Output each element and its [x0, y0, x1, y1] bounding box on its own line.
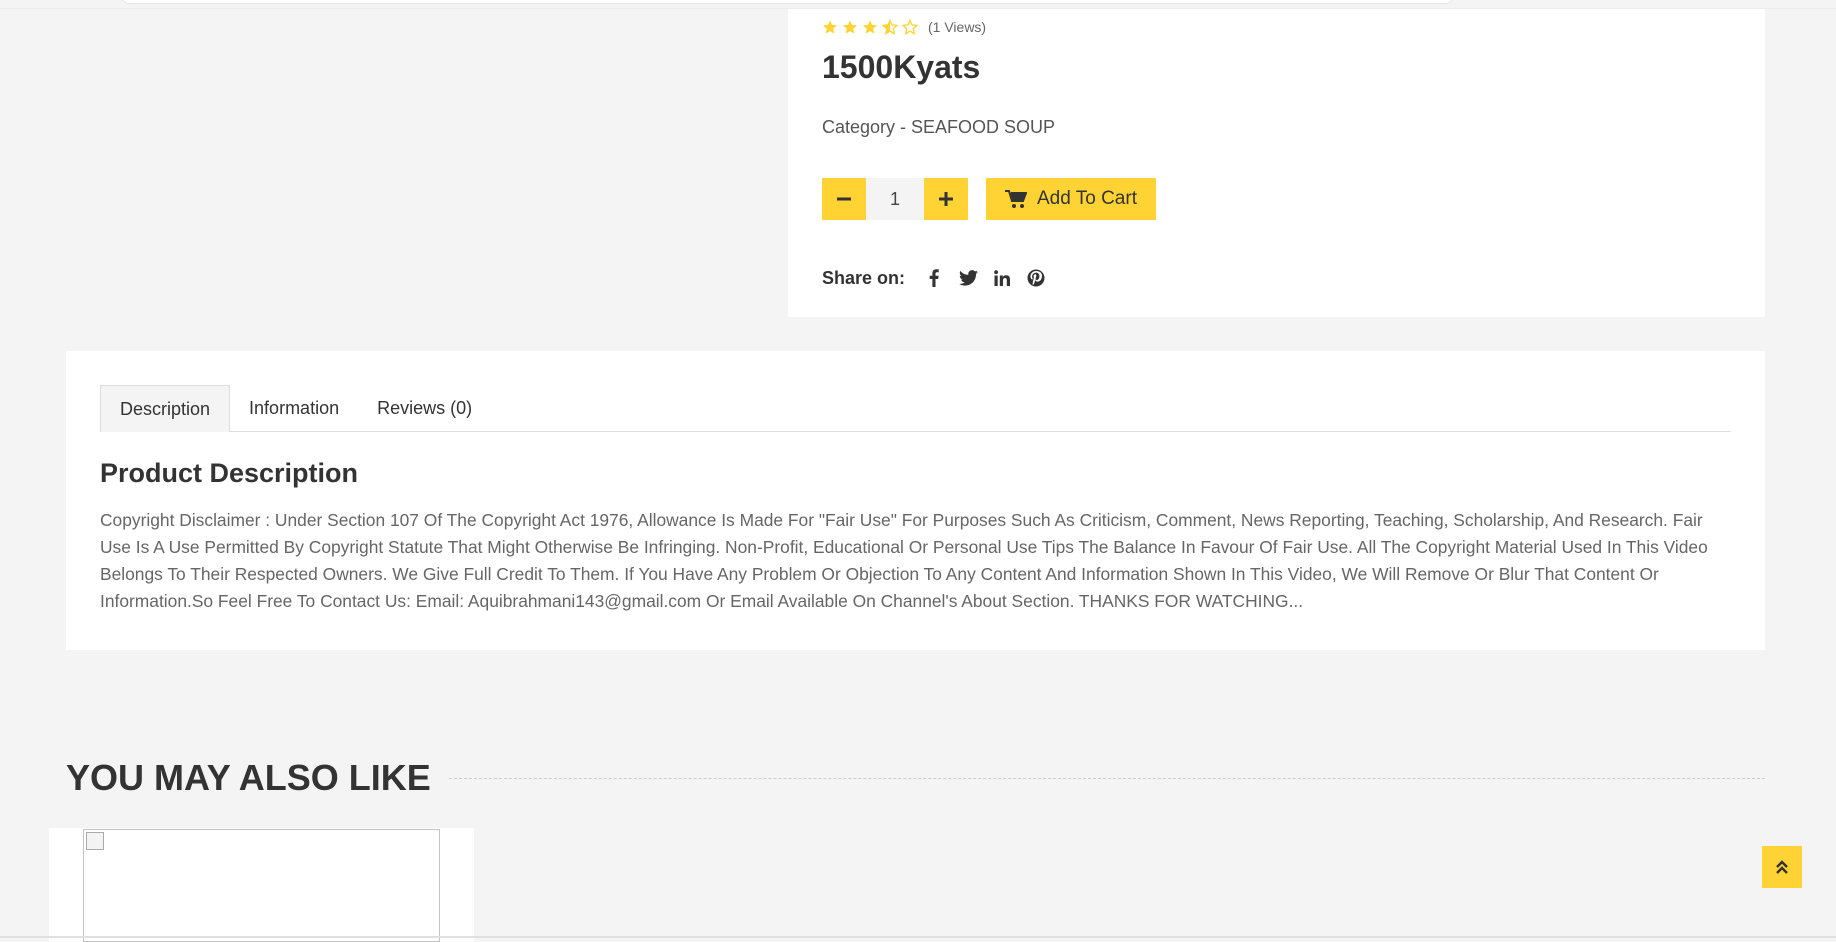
share-label: Share on:: [822, 267, 906, 288]
plus-icon: [939, 192, 953, 206]
increase-quantity-button[interactable]: [924, 178, 968, 220]
back-to-top-button[interactable]: [1762, 846, 1802, 888]
star-full-icon: [823, 20, 837, 34]
tab-information[interactable]: Information: [230, 385, 358, 432]
description-text: Copyright Disclaimer : Under Section 107…: [100, 510, 1708, 611]
minus-icon: [837, 197, 851, 201]
dashed-divider: [448, 777, 1765, 779]
share-bar: Share on:: [822, 266, 1053, 290]
window-bottom-edge: [0, 936, 1836, 938]
double-chevron-up-icon: [1776, 860, 1788, 874]
tab-reviews[interactable]: Reviews (0): [358, 385, 491, 432]
star-empty-icon: [902, 19, 918, 35]
related-products-title: YOU MAY ALSO LIKE: [66, 757, 431, 798]
broken-image-icon: [86, 832, 104, 850]
tab-bar: Description Information Reviews (0): [100, 385, 1731, 432]
decrease-quantity-button[interactable]: [822, 178, 866, 220]
star-rating: (1 Views): [822, 19, 986, 35]
top-navbar-edge: [120, 0, 1455, 4]
facebook-icon[interactable]: [917, 266, 951, 290]
add-to-cart-button[interactable]: Add To Cart: [986, 178, 1156, 220]
twitter-icon[interactable]: [951, 266, 985, 290]
pinterest-icon[interactable]: [1019, 266, 1053, 290]
product-details-panel: (1 Views) 1500Kyats Category - SEAFOOD S…: [788, 9, 1765, 317]
star-full-icon: [843, 20, 857, 34]
quantity-input[interactable]: [866, 178, 924, 220]
star-half-icon: [882, 19, 898, 35]
related-product-card[interactable]: [49, 828, 474, 942]
tab-description[interactable]: Description: [100, 385, 231, 432]
description-heading: Product Description: [100, 458, 359, 488]
product-category: Category - SEAFOOD SOUP: [822, 117, 1056, 137]
star-full-icon: [863, 20, 877, 34]
view-count: (1 Views): [928, 19, 987, 35]
product-price: 1500Kyats: [822, 49, 981, 85]
product-image[interactable]: [83, 829, 440, 942]
shopping-cart-icon: [1005, 189, 1027, 208]
linkedin-icon[interactable]: [985, 266, 1019, 290]
quantity-stepper: Add To Cart: [822, 178, 1156, 220]
add-to-cart-label: Add To Cart: [1037, 188, 1137, 209]
related-products-header: YOU MAY ALSO LIKE: [66, 757, 1765, 799]
product-tabs-panel: Description Information Reviews (0) Prod…: [66, 351, 1765, 650]
